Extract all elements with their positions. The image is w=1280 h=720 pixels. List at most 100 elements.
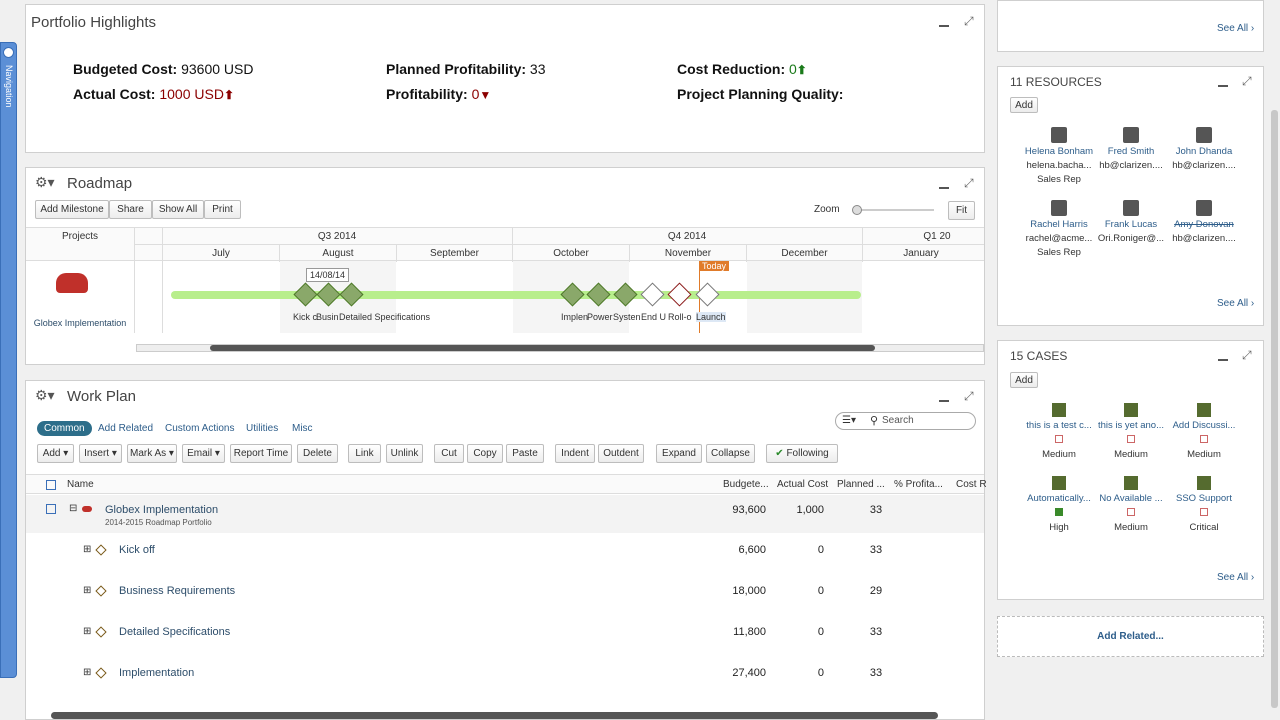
tab-utilities[interactable]: Utilities <box>246 423 278 434</box>
resource-card[interactable]: Frank Lucas Ori.Roniger@... <box>1091 200 1171 244</box>
see-all-link[interactable]: See All › <box>1217 298 1254 309</box>
row-name[interactable]: Business Requirements <box>119 585 235 597</box>
column-header[interactable]: Cost R <box>956 479 987 490</box>
insert-button[interactable]: Insert ▾ <box>79 444 122 463</box>
search-box[interactable]: ☰▾ ⚲ Search <box>835 412 976 430</box>
expand-toggle-icon[interactable]: ⊞ <box>83 667 91 678</box>
show-all-button[interactable]: Show All <box>152 200 204 219</box>
resource-card[interactable]: John Dhanda hb@clarizen.... <box>1164 127 1244 171</box>
project-name[interactable]: Globex Implementation <box>26 318 134 328</box>
panel-title: 11 RESOURCES <box>1010 75 1102 89</box>
print-button[interactable]: Print <box>204 200 241 219</box>
task-diamond-icon <box>95 585 107 597</box>
row-name[interactable]: Globex Implementation <box>105 504 218 516</box>
table-row[interactable]: ⊞ Detailed Specifications 11,800 0 33 <box>26 618 984 646</box>
filter-icon[interactable]: ☰▾ <box>842 415 856 426</box>
row-name[interactable]: Implementation <box>119 667 194 679</box>
fit-button[interactable]: Fit <box>948 201 975 220</box>
maximize-icon[interactable]: ⤢ <box>1242 74 1252 89</box>
row-name[interactable]: Kick off <box>119 544 155 556</box>
following-button[interactable]: ✔ Following <box>766 444 838 463</box>
add-milestone-button[interactable]: Add Milestone <box>35 200 109 219</box>
table-row[interactable]: ⊞ Implementation 27,400 0 33 <box>26 659 984 687</box>
zoom-slider[interactable] <box>852 205 934 215</box>
tab-custom-actions[interactable]: Custom Actions <box>165 423 234 434</box>
case-card[interactable]: SSO Support Critical <box>1164 476 1244 533</box>
add-button[interactable]: Add ▾ <box>37 444 74 463</box>
expand-toggle-icon[interactable]: ⊞ <box>83 626 91 637</box>
case-card[interactable]: Add Discussi... Medium <box>1164 403 1244 460</box>
minimize-icon[interactable] <box>939 400 949 402</box>
add-resource-button[interactable]: Add <box>1010 97 1038 113</box>
bug-icon <box>1197 476 1211 490</box>
column-header[interactable]: Budgete... <box>723 479 769 490</box>
table-row[interactable]: ⊟ Globex Implementation 2014-2015 Roadma… <box>26 495 984 533</box>
workplan-scrollbar[interactable] <box>51 712 938 719</box>
add-case-button[interactable]: Add <box>1010 372 1038 388</box>
case-card[interactable]: this is yet ano... Medium <box>1091 403 1171 460</box>
unlink-button[interactable]: Unlink <box>386 444 423 463</box>
priority-icon <box>1055 435 1063 443</box>
minimize-icon[interactable] <box>1218 359 1228 361</box>
resource-card[interactable]: Amy Donovan hb@clarizen.... <box>1164 200 1244 244</box>
add-related-box[interactable]: Add Related... <box>997 616 1264 657</box>
expand-toggle-icon[interactable]: ⊟ <box>69 503 77 514</box>
maximize-icon[interactable]: ⤢ <box>964 14 974 29</box>
tab-misc[interactable]: Misc <box>292 423 313 434</box>
add-related-link[interactable]: Add Related... <box>1097 631 1164 642</box>
link-button[interactable]: Link <box>348 444 381 463</box>
cut-button[interactable]: Cut <box>434 444 464 463</box>
search-input[interactable]: Search <box>882 415 914 426</box>
expand-button[interactable]: Expand <box>656 444 702 463</box>
column-header[interactable]: % Profita... <box>894 479 943 490</box>
column-header[interactable]: Planned ... <box>837 479 885 490</box>
tab-common[interactable]: Common <box>37 421 92 436</box>
expand-toggle-icon[interactable]: ⊞ <box>83 585 91 596</box>
see-all-link[interactable]: See All › <box>1217 572 1254 583</box>
project-bar[interactable] <box>171 291 861 299</box>
collapse-button[interactable]: Collapse <box>706 444 755 463</box>
case-card[interactable]: this is a test c... Medium <box>1019 403 1099 460</box>
column-header[interactable]: Name <box>67 479 94 490</box>
maximize-icon[interactable]: ⤢ <box>1242 348 1252 363</box>
column-header[interactable]: Actual Cost <box>777 479 828 490</box>
case-card[interactable]: No Available ... Medium <box>1091 476 1171 533</box>
tab-add-related[interactable]: Add Related <box>98 423 153 434</box>
mark-as-button[interactable]: Mark As ▾ <box>127 444 177 463</box>
zoom-slider-handle[interactable] <box>852 205 862 215</box>
report-time-button[interactable]: Report Time <box>230 444 292 463</box>
actual-cost-cell: 0 <box>817 585 824 597</box>
see-all-link[interactable]: See All › <box>1217 23 1254 34</box>
copy-button[interactable]: Copy <box>467 444 503 463</box>
case-card[interactable]: Automatically... High <box>1019 476 1099 533</box>
actual-cost-cell: 1,000 <box>796 504 824 516</box>
resource-card[interactable]: Fred Smith hb@clarizen.... <box>1091 127 1171 171</box>
table-row[interactable]: ⊞ Kick off 6,600 0 33 <box>26 536 984 564</box>
expand-toggle-icon[interactable]: ⊞ <box>83 544 91 555</box>
table-row[interactable]: ⊞ Business Requirements 18,000 0 29 <box>26 577 984 605</box>
minimize-icon[interactable] <box>939 25 949 27</box>
gear-icon[interactable]: ⚙▾ <box>35 387 55 404</box>
maximize-icon[interactable]: ⤢ <box>964 389 974 404</box>
milestone-diamond[interactable] <box>667 282 692 307</box>
indent-button[interactable]: Indent <box>555 444 595 463</box>
maximize-icon[interactable]: ⤢ <box>964 176 974 191</box>
navigation-tab[interactable]: Navigation <box>0 42 17 678</box>
email-button[interactable]: Email ▾ <box>182 444 225 463</box>
milestone-diamond[interactable] <box>640 282 665 307</box>
minimize-icon[interactable] <box>1218 85 1228 87</box>
row-checkbox[interactable] <box>46 504 56 514</box>
row-name[interactable]: Detailed Specifications <box>119 626 230 638</box>
roadmap-scrollbar[interactable] <box>210 345 875 351</box>
share-button[interactable]: Share <box>109 200 152 219</box>
select-all-checkbox[interactable] <box>46 480 56 490</box>
outdent-button[interactable]: Outdent <box>598 444 644 463</box>
resource-card[interactable]: Helena Bonham helena.bacha... Sales Rep <box>1019 127 1099 185</box>
minimize-icon[interactable] <box>939 187 949 189</box>
page-scrollbar[interactable] <box>1271 110 1278 708</box>
paste-button[interactable]: Paste <box>506 444 544 463</box>
resource-card[interactable]: Rachel Harris rachel@acme... Sales Rep <box>1019 200 1099 258</box>
navigation-toggle-icon[interactable] <box>3 47 14 58</box>
gear-icon[interactable]: ⚙▾ <box>35 174 55 191</box>
delete-button[interactable]: Delete <box>297 444 338 463</box>
